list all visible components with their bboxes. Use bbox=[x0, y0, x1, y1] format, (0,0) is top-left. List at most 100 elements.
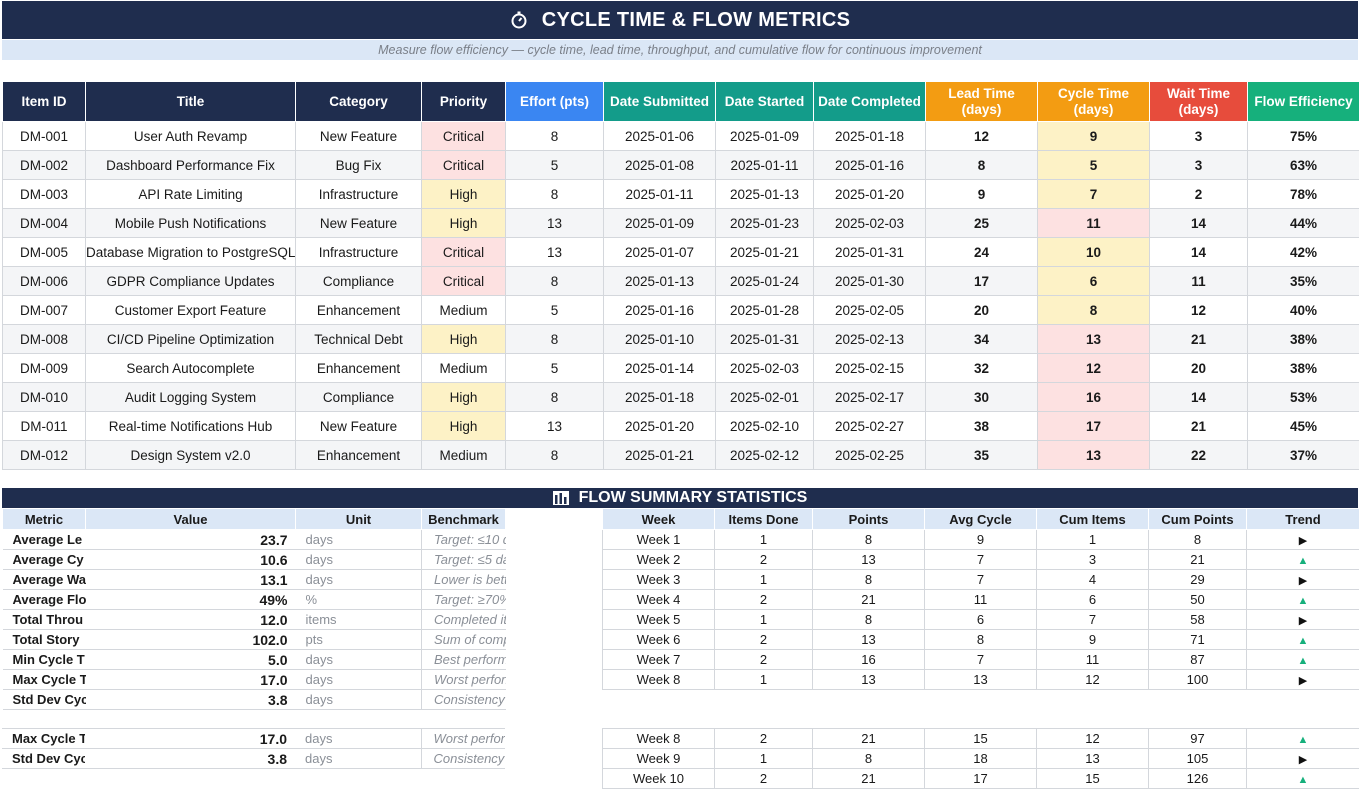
table-row[interactable]: DM-002 Dashboard Performance Fix Bug Fix Cr… bbox=[2, 150, 1359, 180]
column-header-title[interactable]: Title bbox=[85, 81, 296, 122]
metrics-header-value[interactable]: Value bbox=[85, 508, 296, 530]
cell-lead[interactable]: 9 bbox=[925, 179, 1038, 209]
metrics-header-metric[interactable]: Metric bbox=[2, 508, 86, 530]
cell-completed[interactable]: 2025-02-17 bbox=[813, 382, 926, 412]
cell-category[interactable]: Compliance bbox=[295, 266, 422, 296]
cell-priority[interactable]: Medium bbox=[421, 353, 506, 383]
column-header-priority[interactable]: Priority bbox=[421, 81, 506, 122]
cell-category[interactable]: New Feature bbox=[295, 411, 422, 441]
column-header-wait-time[interactable]: Wait Time (days) bbox=[1149, 81, 1248, 122]
cell-lead[interactable]: 17 bbox=[925, 266, 1038, 296]
table-row[interactable]: DM-010 Audit Logging System Compliance High… bbox=[2, 382, 1359, 412]
cell-efficiency[interactable]: 75% bbox=[1247, 121, 1359, 151]
cell-lead[interactable]: 35 bbox=[925, 440, 1038, 470]
cell-cycle[interactable]: 12 bbox=[1037, 353, 1150, 383]
cell-wait[interactable]: 14 bbox=[1149, 208, 1248, 238]
cell-id[interactable]: DM-007 bbox=[2, 295, 86, 325]
cell-category[interactable]: New Feature bbox=[295, 208, 422, 238]
table-row[interactable]: DM-001 User Auth Revamp New Feature Critica… bbox=[2, 121, 1359, 151]
table-row[interactable]: DM-011 Real-time Notifications Hub New Fea… bbox=[2, 411, 1359, 441]
cell-submitted[interactable]: 2025-01-21 bbox=[603, 440, 716, 470]
cell-submitted[interactable]: 2025-01-11 bbox=[603, 179, 716, 209]
cell-efficiency[interactable]: 44% bbox=[1247, 208, 1359, 238]
column-header-date-completed[interactable]: Date Completed bbox=[813, 81, 926, 122]
cell-completed[interactable]: 2025-02-15 bbox=[813, 353, 926, 383]
cell-cycle[interactable]: 6 bbox=[1037, 266, 1150, 296]
week-header-trend[interactable]: Trend bbox=[1246, 508, 1359, 530]
cell-cycle[interactable]: 5 bbox=[1037, 150, 1150, 180]
week-header-points[interactable]: Points bbox=[812, 508, 925, 530]
cell-started[interactable]: 2025-01-21 bbox=[715, 237, 814, 267]
cell-lead[interactable]: 25 bbox=[925, 208, 1038, 238]
cell-effort[interactable]: 8 bbox=[505, 266, 604, 296]
cell-title[interactable]: Real-time Notifications Hub bbox=[85, 411, 296, 441]
cell-efficiency[interactable]: 35% bbox=[1247, 266, 1359, 296]
cell-cycle[interactable]: 11 bbox=[1037, 208, 1150, 238]
cell-wait[interactable]: 21 bbox=[1149, 324, 1248, 354]
cell-effort[interactable]: 5 bbox=[505, 150, 604, 180]
cell-category[interactable]: Bug Fix bbox=[295, 150, 422, 180]
metrics-header-benchmark[interactable]: Benchmark bbox=[421, 508, 506, 530]
week-header-week[interactable]: Week bbox=[602, 508, 715, 530]
cell-completed[interactable]: 2025-02-27 bbox=[813, 411, 926, 441]
cell-id[interactable]: DM-008 bbox=[2, 324, 86, 354]
cell-started[interactable]: 2025-01-28 bbox=[715, 295, 814, 325]
cell-priority[interactable]: High bbox=[421, 179, 506, 209]
cell-lead[interactable]: 32 bbox=[925, 353, 1038, 383]
cell-category[interactable]: Enhancement bbox=[295, 295, 422, 325]
cell-started[interactable]: 2025-01-31 bbox=[715, 324, 814, 354]
cell-lead[interactable]: 20 bbox=[925, 295, 1038, 325]
cell-submitted[interactable]: 2025-01-18 bbox=[603, 382, 716, 412]
cell-effort[interactable]: 8 bbox=[505, 179, 604, 209]
cell-category[interactable]: Technical Debt bbox=[295, 324, 422, 354]
cell-efficiency[interactable]: 40% bbox=[1247, 295, 1359, 325]
cell-title[interactable]: GDPR Compliance Updates bbox=[85, 266, 296, 296]
cell-efficiency[interactable]: 45% bbox=[1247, 411, 1359, 441]
cell-title[interactable]: Audit Logging System bbox=[85, 382, 296, 412]
cell-id[interactable]: DM-010 bbox=[2, 382, 86, 412]
cell-completed[interactable]: 2025-02-03 bbox=[813, 208, 926, 238]
cell-completed[interactable]: 2025-02-13 bbox=[813, 324, 926, 354]
cell-priority[interactable]: High bbox=[421, 324, 506, 354]
table-row[interactable]: DM-004 Mobile Push Notifications New Featu… bbox=[2, 208, 1359, 238]
cell-completed[interactable]: 2025-01-31 bbox=[813, 237, 926, 267]
cell-started[interactable]: 2025-01-13 bbox=[715, 179, 814, 209]
cell-wait[interactable]: 20 bbox=[1149, 353, 1248, 383]
cell-effort[interactable]: 13 bbox=[505, 208, 604, 238]
cell-started[interactable]: 2025-02-01 bbox=[715, 382, 814, 412]
cell-effort[interactable]: 5 bbox=[505, 353, 604, 383]
cell-id[interactable]: DM-009 bbox=[2, 353, 86, 383]
cell-title[interactable]: Design System v2.0 bbox=[85, 440, 296, 470]
cell-wait[interactable]: 21 bbox=[1149, 411, 1248, 441]
cell-cycle[interactable]: 10 bbox=[1037, 237, 1150, 267]
cell-priority[interactable]: Medium bbox=[421, 295, 506, 325]
cell-completed[interactable]: 2025-01-30 bbox=[813, 266, 926, 296]
table-row[interactable]: DM-005 Database Migration to PostgreSQL In… bbox=[2, 237, 1359, 267]
cell-started[interactable]: 2025-02-12 bbox=[715, 440, 814, 470]
cell-lead[interactable]: 8 bbox=[925, 150, 1038, 180]
cell-title[interactable]: CI/CD Pipeline Optimization bbox=[85, 324, 296, 354]
cell-efficiency[interactable]: 38% bbox=[1247, 324, 1359, 354]
cell-completed[interactable]: 2025-02-05 bbox=[813, 295, 926, 325]
cell-efficiency[interactable]: 37% bbox=[1247, 440, 1359, 470]
cell-title[interactable]: Dashboard Performance Fix bbox=[85, 150, 296, 180]
cell-title[interactable]: Database Migration to PostgreSQL bbox=[85, 237, 296, 267]
cell-category[interactable]: Compliance bbox=[295, 382, 422, 412]
cell-efficiency[interactable]: 38% bbox=[1247, 353, 1359, 383]
cell-wait[interactable]: 14 bbox=[1149, 237, 1248, 267]
cell-wait[interactable]: 14 bbox=[1149, 382, 1248, 412]
cell-category[interactable]: Infrastructure bbox=[295, 179, 422, 209]
cell-id[interactable]: DM-004 bbox=[2, 208, 86, 238]
cell-wait[interactable]: 2 bbox=[1149, 179, 1248, 209]
cell-wait[interactable]: 3 bbox=[1149, 150, 1248, 180]
column-header-lead-time[interactable]: Lead Time (days) bbox=[925, 81, 1038, 122]
cell-submitted[interactable]: 2025-01-20 bbox=[603, 411, 716, 441]
cell-id[interactable]: DM-012 bbox=[2, 440, 86, 470]
cell-priority[interactable]: Critical bbox=[421, 150, 506, 180]
cell-submitted[interactable]: 2025-01-08 bbox=[603, 150, 716, 180]
table-row[interactable]: DM-012 Design System v2.0 Enhancement Mediu… bbox=[2, 440, 1359, 470]
cell-completed[interactable]: 2025-01-18 bbox=[813, 121, 926, 151]
cell-category[interactable]: Infrastructure bbox=[295, 237, 422, 267]
cell-effort[interactable]: 13 bbox=[505, 411, 604, 441]
cell-priority[interactable]: Critical bbox=[421, 266, 506, 296]
